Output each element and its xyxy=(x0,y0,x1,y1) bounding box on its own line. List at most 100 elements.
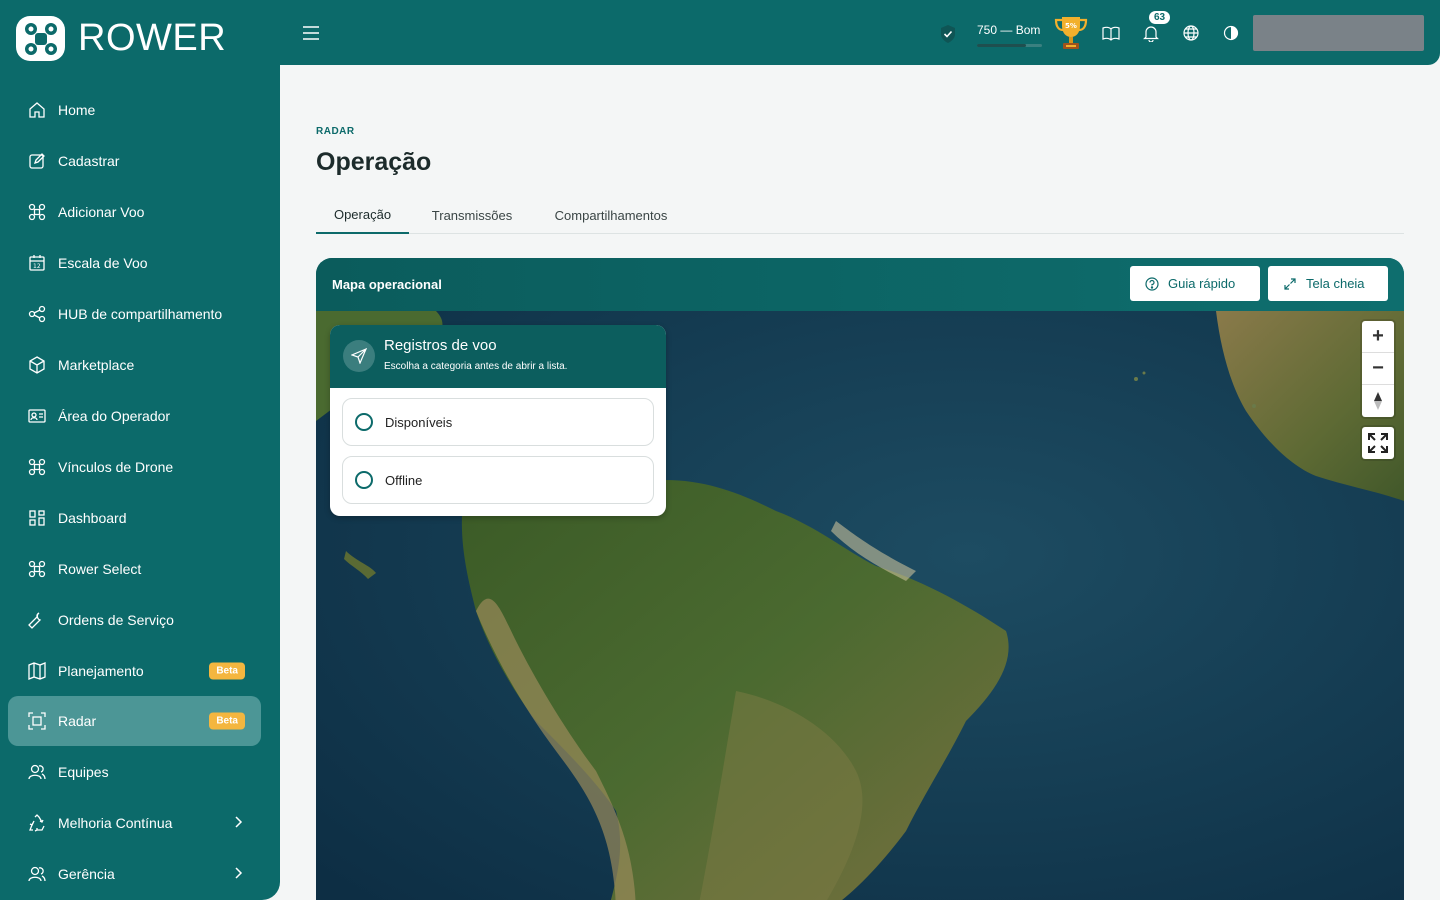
quick-guide-label: Guia rápido xyxy=(1168,276,1236,291)
drone-logo-icon xyxy=(16,16,65,61)
home-icon xyxy=(28,101,46,119)
score-bar-fill xyxy=(977,44,1026,47)
calendar-icon: 12 xyxy=(28,254,46,272)
sidebar-item-melhoria-continua[interactable]: Melhoria Contínua xyxy=(8,797,261,848)
user-menu[interactable] xyxy=(1253,15,1424,51)
tab-compartilhamentos[interactable]: Compartilhamentos xyxy=(535,196,687,234)
sidebar-item-label: Dashboard xyxy=(58,509,127,526)
logo[interactable]: ROWER xyxy=(16,16,226,61)
flight-records-panel: Registros de voo Escolha a categoria ant… xyxy=(330,325,666,516)
chevron-right-icon xyxy=(233,815,243,831)
option-disponiveis[interactable]: Disponíveis xyxy=(342,398,654,446)
option-label: Disponíveis xyxy=(385,414,453,430)
compass-icon xyxy=(1374,392,1382,410)
sidebar-item-vinculos-drone[interactable]: Vínculos de Drone xyxy=(8,441,261,492)
beta-badge: Beta xyxy=(209,712,245,730)
users-icon xyxy=(28,763,46,781)
edit-icon xyxy=(28,152,46,170)
sidebar-item-label: Home xyxy=(58,101,96,118)
sidebar-nav: Home Cadastrar Adicionar Voo 12 Escala d… xyxy=(8,84,261,899)
sidebar-item-adicionar-voo[interactable]: Adicionar Voo xyxy=(8,186,261,237)
panel-title: Registros de voo xyxy=(384,337,497,354)
quick-guide-button[interactable]: Guia rápido xyxy=(1130,266,1260,301)
radio-icon xyxy=(355,471,373,489)
users-icon xyxy=(28,865,46,883)
sidebar-item-label: Equipes xyxy=(58,763,109,780)
sidebar-item-label: Marketplace xyxy=(58,356,135,373)
sidebar-item-label: Melhoria Contínua xyxy=(58,814,173,831)
topbar: 750 — Bom 5% 63 xyxy=(280,0,1440,65)
map-title: Mapa operacional xyxy=(332,277,442,292)
tab-operacao[interactable]: Operação xyxy=(316,196,409,234)
sidebar-item-radar[interactable]: Radar Beta xyxy=(8,696,261,746)
sidebar-item-area-operador[interactable]: Área do Operador xyxy=(8,390,261,441)
map-icon xyxy=(28,661,46,680)
sidebar-item-cadastrar[interactable]: Cadastrar xyxy=(8,135,261,186)
compass-button[interactable] xyxy=(1362,385,1394,417)
sidebar-item-marketplace[interactable]: Marketplace xyxy=(8,339,261,390)
sidebar-item-hub[interactable]: HUB de compartilhamento xyxy=(8,288,261,339)
sidebar: ROWER Home Cadastrar Adicionar Voo 12 Es… xyxy=(0,0,280,900)
panel-header: Registros de voo Escolha a categoria ant… xyxy=(330,325,666,388)
brand-name: ROWER xyxy=(78,17,227,59)
id-card-icon xyxy=(28,407,46,425)
panel-subtitle: Escolha a categoria antes de abrir a lis… xyxy=(384,361,568,372)
map-card: Mapa operacional Guia rápido Tela cheia xyxy=(316,258,1404,900)
shield-check-icon xyxy=(938,24,958,49)
contrast-icon[interactable] xyxy=(1222,24,1240,47)
beta-badge: Beta xyxy=(209,662,245,679)
map-card-header: Mapa operacional Guia rápido Tela cheia xyxy=(316,258,1404,311)
wrench-icon xyxy=(28,611,46,629)
option-label: Offline xyxy=(385,472,423,488)
fullscreen-icon xyxy=(1368,433,1388,453)
sidebar-item-planejamento[interactable]: Planejamento Beta xyxy=(8,645,261,696)
zoom-in-button[interactable]: + xyxy=(1362,321,1394,353)
fullscreen-button[interactable]: Tela cheia xyxy=(1268,266,1388,301)
sidebar-item-label: HUB de compartilhamento xyxy=(58,305,223,322)
drone-icon xyxy=(28,560,46,578)
book-icon[interactable] xyxy=(1102,24,1120,47)
scan-icon xyxy=(28,712,46,730)
sidebar-item-label: Ordens de Serviço xyxy=(58,611,174,628)
breadcrumb: RADAR xyxy=(316,126,355,137)
sidebar-item-label: Vínculos de Drone xyxy=(58,458,174,475)
recycle-icon xyxy=(28,813,46,832)
expand-icon xyxy=(1284,277,1296,290)
drone-icon xyxy=(28,203,46,221)
sidebar-item-escala-de-voo[interactable]: 12 Escala de Voo xyxy=(8,237,261,288)
sidebar-item-rower-select[interactable]: Rower Select xyxy=(8,543,261,594)
tab-transmissoes[interactable]: Transmissões xyxy=(413,196,531,234)
radio-icon xyxy=(355,413,373,431)
sidebar-item-equipes[interactable]: Equipes xyxy=(8,746,261,797)
drone-icon xyxy=(28,458,46,476)
sidebar-item-home[interactable]: Home xyxy=(8,84,261,135)
map-fullscreen-button[interactable] xyxy=(1362,427,1394,459)
grid-icon xyxy=(28,509,46,527)
trophy-badge: 5% xyxy=(1065,22,1077,30)
menu-icon[interactable] xyxy=(302,25,320,46)
globe-icon[interactable] xyxy=(1182,24,1200,47)
zoom-out-button[interactable]: − xyxy=(1362,353,1394,385)
svg-text:12: 12 xyxy=(33,263,41,270)
send-icon xyxy=(343,340,375,372)
sidebar-item-label: Planejamento xyxy=(58,662,144,679)
sidebar-item-ordens-servico[interactable]: Ordens de Serviço xyxy=(8,594,261,645)
score-bar xyxy=(977,44,1042,47)
sidebar-item-dashboard[interactable]: Dashboard xyxy=(8,492,261,543)
score-text: 750 — Bom xyxy=(977,23,1041,37)
sidebar-item-label: Radar xyxy=(58,713,97,729)
tab-bar: Operação Transmissões Compartilhamentos xyxy=(316,196,1404,234)
option-offline[interactable]: Offline xyxy=(342,456,654,504)
trophy-icon[interactable]: 5% xyxy=(1051,13,1091,58)
zoom-controls: + − xyxy=(1362,321,1394,417)
satellite-map[interactable]: Registros de voo Escolha a categoria ant… xyxy=(316,311,1404,900)
sidebar-item-label: Gerência xyxy=(58,865,115,882)
sidebar-item-gerencia[interactable]: Gerência xyxy=(8,848,261,899)
sidebar-item-label: Adicionar Voo xyxy=(58,203,145,220)
sidebar-item-label: Rower Select xyxy=(58,560,142,577)
bell-icon[interactable] xyxy=(1142,24,1160,47)
help-icon xyxy=(1145,276,1159,291)
sidebar-item-label: Escala de Voo xyxy=(58,254,148,271)
sidebar-item-label: Área do Operador xyxy=(58,407,171,424)
chevron-right-icon xyxy=(233,866,243,882)
